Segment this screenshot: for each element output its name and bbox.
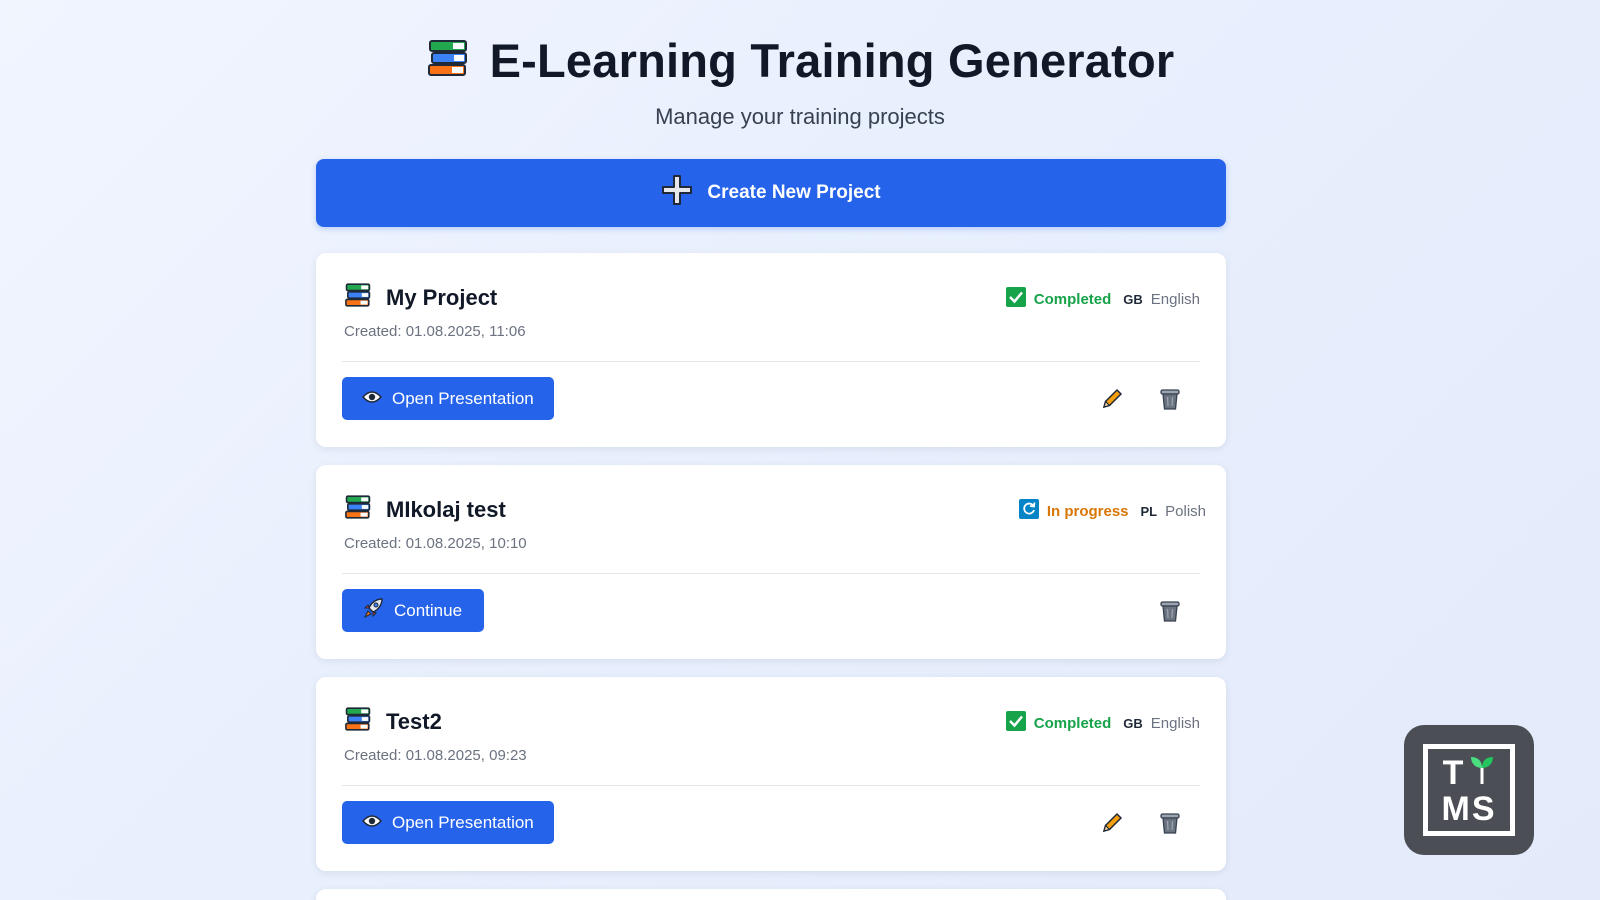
continue-label: Continue (394, 600, 463, 620)
pencil-icon[interactable] (1098, 809, 1126, 837)
language-name: English (1150, 714, 1200, 732)
trash-icon[interactable] (1156, 809, 1184, 837)
project-card: Test2 Created: 01.08.2025, 09:23 Complet… (316, 677, 1226, 871)
tms-logo-letters: MS (1441, 790, 1497, 828)
page-subtitle: Manage your training projects (655, 104, 945, 129)
page-header: E-Learning Training Generator Manage you… (0, 32, 1600, 130)
create-new-project-label: Create New Project (707, 182, 881, 203)
eye-icon (361, 813, 383, 833)
open-presentation-button[interactable]: Open Presentation (342, 801, 554, 844)
project-meta: Completed GB English (1005, 287, 1200, 311)
open-presentation-label: Open Presentation (392, 388, 534, 408)
check-icon (1005, 287, 1026, 311)
language-name: English (1150, 290, 1200, 308)
project-created-date: Created: 01.08.2025, 11:06 (344, 323, 526, 340)
books-icon (344, 493, 372, 526)
project-created-date: Created: 01.08.2025, 09:23 (344, 747, 527, 764)
project-created-date: Created: 01.08.2025, 10:10 (344, 535, 527, 552)
trash-icon[interactable] (1156, 597, 1184, 625)
continue-button[interactable]: Continue (342, 589, 484, 632)
books-icon (344, 705, 372, 738)
project-card-header: MIkolaj test (344, 493, 506, 526)
open-presentation-button[interactable]: Open Presentation (342, 377, 554, 420)
tms-logo-letter: T (1442, 754, 1464, 792)
tms-logo-row: T (1443, 754, 1496, 790)
project-meta: Completed GB English (1005, 711, 1200, 735)
tms-logo-frame: T MS (1423, 744, 1515, 836)
project-name: My Project (386, 284, 498, 310)
card-divider (342, 785, 1200, 786)
language-code: PL (1140, 503, 1158, 519)
page-title: E-Learning Training Generator (489, 33, 1175, 87)
project-card-header: My Project (344, 281, 497, 314)
books-icon (426, 36, 470, 85)
project-card: MIkolaj test Created: 01.08.2025, 10:10 … (316, 465, 1226, 659)
card-divider (342, 361, 1200, 362)
language-name: Polish (1165, 502, 1206, 520)
rocket-icon (362, 597, 384, 624)
trash-icon[interactable] (1156, 385, 1184, 413)
create-new-project-button[interactable]: Create New Project (316, 159, 1226, 227)
status-badge: In progress (1046, 502, 1129, 520)
card-divider (342, 573, 1200, 574)
status-badge: Completed (1033, 714, 1112, 732)
language-code: GB (1123, 715, 1143, 731)
title-row: E-Learning Training Generator (0, 32, 1600, 88)
project-meta: In progress PL Polish (1018, 499, 1206, 523)
books-icon (344, 281, 372, 314)
project-card: My Project Created: 01.08.2025, 11:06 Co… (316, 253, 1226, 447)
refresh-icon (1018, 499, 1039, 523)
check-icon (1005, 711, 1026, 735)
tms-logo: T MS (1404, 725, 1534, 855)
pencil-icon[interactable] (1098, 385, 1126, 413)
open-presentation-label: Open Presentation (392, 812, 534, 832)
plus-icon (661, 174, 693, 212)
project-card-header: Test2 (344, 705, 442, 738)
language-code: GB (1123, 291, 1143, 307)
sprout-icon (1469, 754, 1495, 790)
project-name: MIkolaj test (386, 496, 506, 522)
status-badge: Completed (1033, 290, 1112, 308)
project-card (316, 889, 1226, 900)
project-name: Test2 (386, 708, 442, 734)
eye-icon (361, 389, 383, 409)
